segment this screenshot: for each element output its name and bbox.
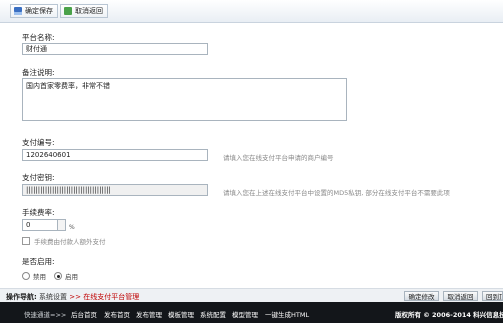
breadcrumb-separator: >> bbox=[69, 293, 82, 301]
footer-link-generate-html[interactable]: 一键生成HTML bbox=[265, 309, 309, 319]
enabled-label: 是否启用: bbox=[22, 257, 55, 266]
save-button-label: 确定保存 bbox=[25, 7, 53, 15]
enabled-radio-group: 禁用 启用 bbox=[22, 271, 78, 281]
cancel-return-button[interactable]: 取消返回 bbox=[443, 291, 478, 301]
pay-key-hint: 请填入您在上述在线支付平台中设置的MD5私钥, 部分在线支付平台不需要此项 bbox=[223, 189, 450, 197]
fee-rate-input[interactable]: 0 bbox=[22, 219, 66, 231]
footer: 快速通道=>> 后台首页 发布首页 发布管理 模板管理 系统配置 模型管理 一键… bbox=[0, 302, 503, 323]
pay-account-hint: 请填入您在线支付平台申请的商户编号 bbox=[223, 154, 334, 162]
breadcrumb: 操作导航: 系统设置 >> 在线支付平台管理 bbox=[6, 292, 139, 302]
cancel-button-label: 取消返回 bbox=[75, 7, 103, 15]
back-to-top-button[interactable]: 回到顶部 bbox=[482, 291, 503, 301]
breadcrumb-parent[interactable]: 系统设置 bbox=[39, 293, 67, 301]
platform-name-input[interactable]: 财付通 bbox=[22, 43, 208, 55]
pay-key-label: 支付密钥: bbox=[22, 173, 55, 182]
fee-payer-checkbox-label: 手续费由付款人额外支付 bbox=[34, 238, 106, 246]
fee-rate-spinner[interactable] bbox=[57, 220, 65, 230]
footer-link-admin-home[interactable]: 后台首页 bbox=[71, 309, 97, 319]
footer-link-system-config[interactable]: 系统配置 bbox=[200, 309, 226, 319]
footer-link-publish-manage[interactable]: 发布管理 bbox=[136, 309, 162, 319]
remarks-textarea[interactable]: 国内首家零费率，非常不错 bbox=[22, 78, 347, 121]
radio-enable[interactable] bbox=[54, 272, 62, 280]
quick-channel-label: 快速通道=>> bbox=[24, 311, 67, 319]
confirm-edit-button[interactable]: 确定修改 bbox=[404, 291, 439, 301]
footer-link-model-manage[interactable]: 模型管理 bbox=[232, 309, 258, 319]
radio-enable-label: 启用 bbox=[65, 273, 78, 281]
fee-rate-unit: % bbox=[69, 224, 75, 231]
undo-icon bbox=[64, 7, 72, 15]
fee-rate-label: 手续费率: bbox=[22, 208, 55, 217]
fee-payer-checkbox-row[interactable]: 手续费由付款人额外支付 bbox=[22, 236, 106, 246]
toolbar: 确定保存 取消返回 bbox=[0, 0, 503, 23]
cancel-button[interactable]: 取消返回 bbox=[60, 4, 108, 18]
radio-disable[interactable] bbox=[22, 272, 30, 280]
fee-rate-value: 0 bbox=[26, 221, 31, 229]
fee-payer-checkbox[interactable] bbox=[22, 237, 30, 245]
save-icon bbox=[14, 7, 22, 15]
breadcrumb-current: 在线支付平台管理 bbox=[83, 293, 140, 301]
copyright-text: 版权所有 © 2006-2014 科兴信息技 bbox=[395, 311, 503, 319]
footer-link-template-manage[interactable]: 模板管理 bbox=[168, 309, 194, 319]
footer-link-publish-home[interactable]: 发布首页 bbox=[104, 309, 130, 319]
pay-account-label: 支付编号: bbox=[22, 138, 55, 147]
platform-name-label: 平台名称: bbox=[22, 33, 55, 42]
operation-bar: 操作导航: 系统设置 >> 在线支付平台管理 确定修改 取消返回 回到顶部 bbox=[0, 288, 503, 303]
save-button[interactable]: 确定保存 bbox=[10, 4, 58, 18]
pay-account-input[interactable]: 1202640601 bbox=[22, 149, 208, 161]
remarks-label: 备注说明: bbox=[22, 68, 55, 77]
breadcrumb-label: 操作导航: bbox=[6, 293, 37, 301]
pay-key-input[interactable]: |||||||||||||||||||||||||||||||||||| bbox=[22, 184, 208, 196]
radio-disable-label: 禁用 bbox=[33, 273, 46, 281]
